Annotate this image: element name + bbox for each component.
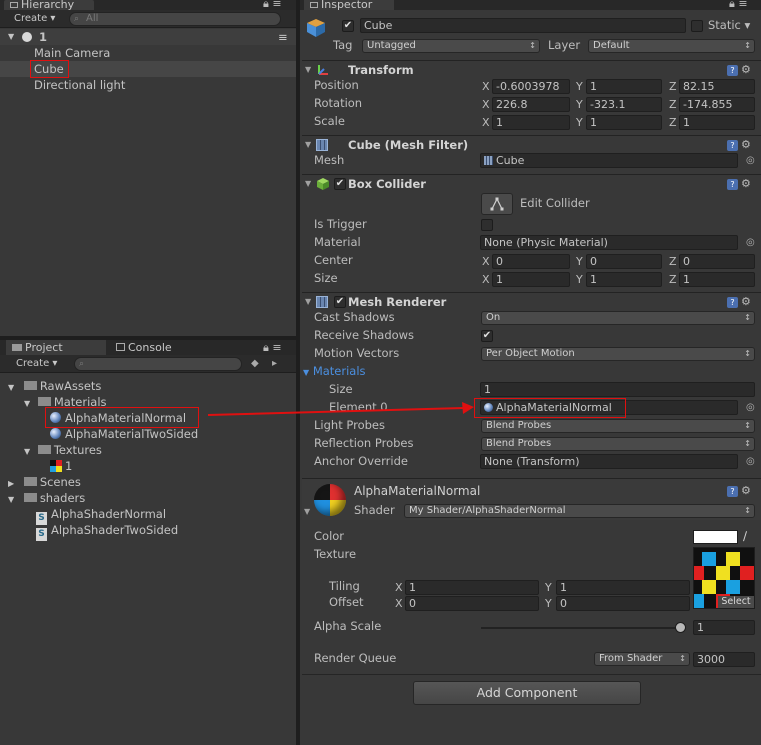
annotation-arrow <box>207 402 474 416</box>
